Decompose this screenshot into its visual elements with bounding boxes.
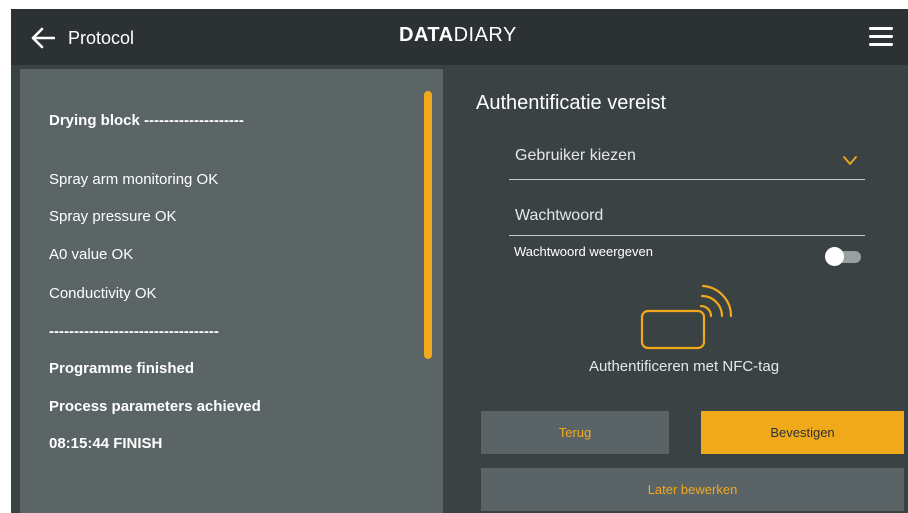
confirm-button[interactable]: Bevestigen (701, 411, 904, 454)
protocol-line: 08:15:44 FINISH (49, 435, 163, 452)
app-window: Protocol DATADIARY Drying block --------… (11, 9, 908, 513)
hamburger-menu-icon[interactable] (869, 27, 893, 47)
protocol-line: Process parameters achieved (49, 398, 261, 415)
chevron-down-icon (843, 153, 857, 171)
protocol-log-panel: Drying block -------------------- Spray … (20, 69, 443, 513)
logo-light-text: DIARY (453, 24, 517, 46)
page-title: Protocol (68, 27, 135, 48)
protocol-line: Programme finished (49, 360, 195, 377)
back-button[interactable]: Protocol (31, 23, 134, 53)
toggle-knob (825, 247, 844, 266)
show-password-toggle[interactable] (825, 247, 861, 266)
password-field[interactable] (509, 199, 865, 236)
auth-title: Authentificatie vereist (476, 92, 667, 114)
password-input[interactable] (515, 205, 845, 227)
user-select[interactable]: Gebruiker kiezen (509, 141, 865, 180)
user-select-placeholder: Gebruiker kiezen (515, 147, 636, 164)
protocol-line: A0 value OK (49, 246, 134, 263)
protocol-line: Spray pressure OK (49, 208, 177, 225)
show-password-label: Wachtwoord weergeven (514, 244, 653, 259)
back-action-button[interactable]: Terug (481, 411, 669, 454)
arrow-left-icon (31, 27, 55, 49)
scrollbar-thumb[interactable] (424, 91, 432, 359)
protocol-line: ---------------------------------- (49, 323, 219, 340)
edit-later-button[interactable]: Later bewerken (481, 468, 904, 511)
logo-bold-text: DATA (399, 24, 454, 46)
top-bar: Protocol DATADIARY (11, 9, 908, 65)
nfc-card-icon (639, 284, 733, 351)
protocol-line: Spray arm monitoring OK (49, 171, 219, 188)
nfc-auth-label: Authentificeren met NFC-tag (588, 358, 780, 375)
protocol-line: Drying block -------------------- (49, 112, 244, 129)
app-logo: DATADIARY (399, 24, 517, 47)
protocol-line: Conductivity OK (49, 285, 157, 302)
